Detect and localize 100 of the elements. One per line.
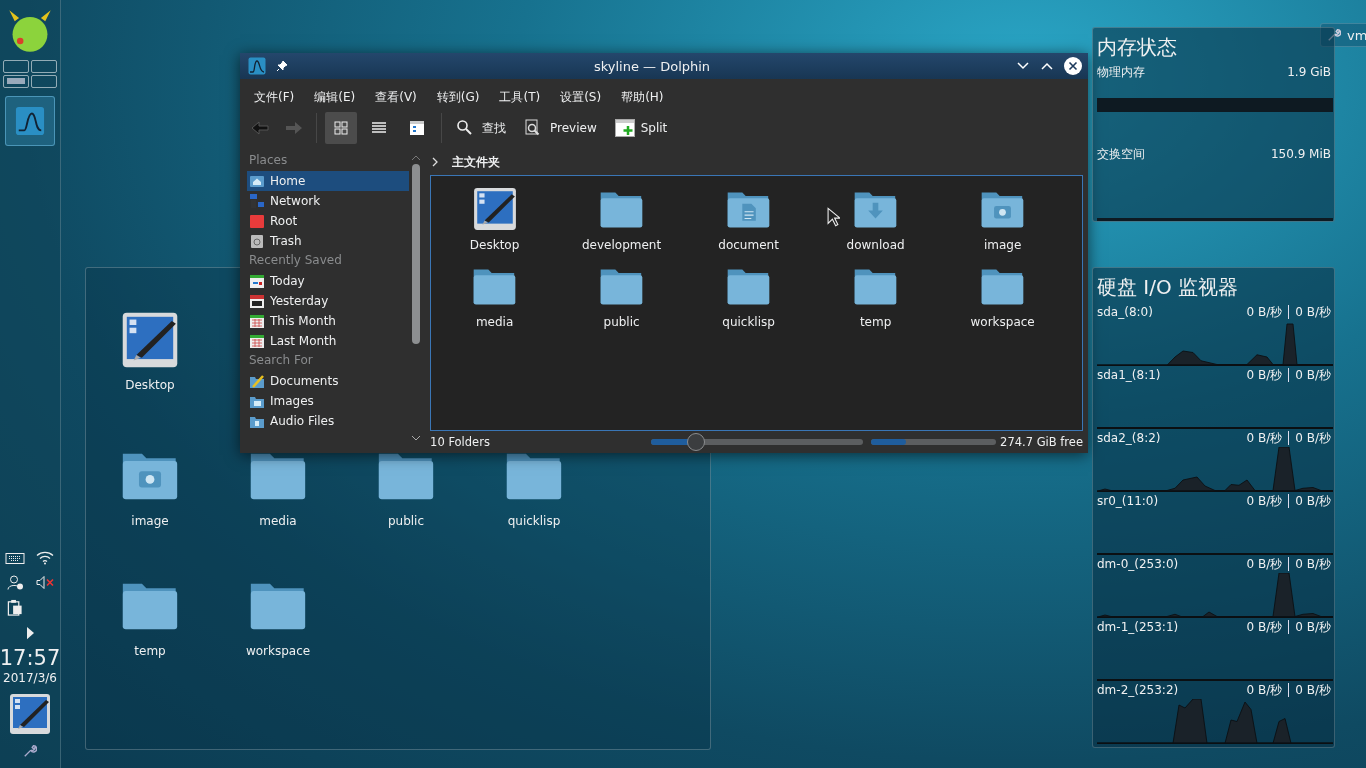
place-item[interactable]: Yesterday — [247, 291, 410, 311]
clock-time[interactable]: 17:57 — [0, 646, 61, 670]
zoom-slider[interactable] — [651, 433, 864, 451]
wifi-icon[interactable] — [35, 549, 55, 566]
file-name[interactable]: media — [475, 315, 514, 329]
split-button[interactable]: Split — [608, 115, 674, 141]
desktop-pager[interactable] — [3, 60, 57, 88]
expand-arrow-icon[interactable] — [25, 626, 35, 640]
metric-label: 交换空间 — [1097, 146, 1145, 162]
place-item[interactable]: Images — [247, 391, 410, 411]
place-item[interactable]: Documents — [247, 371, 410, 391]
chevron-right-icon[interactable] — [432, 157, 439, 167]
folder-icon[interactable] — [506, 453, 562, 500]
search-button[interactable]: 查找 — [450, 115, 512, 141]
clipboard-icon[interactable] — [5, 599, 25, 616]
read-rate: 0 B/秒 — [1246, 619, 1283, 635]
toolbox-button[interactable]: vm — [1320, 23, 1366, 47]
place-item[interactable]: Audio Files — [247, 411, 410, 431]
folder-icon[interactable] — [378, 453, 434, 500]
device-name: dm-1_(253:1) — [1097, 619, 1179, 635]
file-name[interactable]: image — [983, 238, 1022, 252]
preview-button[interactable]: Preview — [518, 115, 603, 141]
write-rate: 0 B/秒 — [1295, 619, 1331, 635]
file-name[interactable]: download — [846, 238, 905, 252]
place-item[interactable]: Last Month — [247, 331, 410, 351]
folder-icon[interactable] — [122, 583, 178, 630]
device-name: sda_(8:0) — [1097, 304, 1153, 320]
file-name[interactable]: quicklisp — [722, 315, 775, 329]
folder-icon[interactable] — [473, 269, 517, 305]
folder-icon[interactable] — [854, 269, 898, 305]
write-rate: 0 B/秒 — [1295, 430, 1331, 446]
slider-handle[interactable] — [686, 433, 705, 451]
file-name[interactable]: quicklisp — [507, 514, 561, 528]
device-name: dm-2_(253:2) — [1097, 682, 1179, 698]
menu-item[interactable]: 帮助(H) — [615, 88, 670, 106]
file-name[interactable]: Desktop — [125, 378, 175, 392]
file-name[interactable]: temp — [859, 315, 892, 329]
place-item[interactable]: Trash — [247, 231, 410, 251]
scrollbar-thumb[interactable] — [412, 164, 421, 344]
read-rate: 0 B/秒 — [1246, 304, 1283, 320]
icons-view-button[interactable] — [325, 112, 357, 144]
task-button[interactable] — [5, 96, 55, 146]
file-name[interactable]: public — [387, 514, 425, 528]
folder-icon[interactable] — [727, 269, 771, 305]
place-item[interactable]: Root — [247, 211, 410, 231]
close-button[interactable] — [1064, 57, 1082, 75]
folder-icon[interactable] — [981, 269, 1025, 305]
device-name: sda1_(8:1) — [1097, 367, 1161, 383]
folder-icon[interactable] — [250, 453, 306, 500]
read-rate: 0 B/秒 — [1246, 682, 1283, 698]
breadcrumb-item[interactable]: 主文件夹 — [452, 153, 501, 171]
wrench-icon[interactable] — [23, 744, 37, 758]
pin-icon[interactable] — [276, 60, 288, 72]
metric-value: 150.9 MiB — [1270, 146, 1331, 162]
folder-icon[interactable] — [600, 192, 644, 228]
file-name[interactable]: Desktop — [469, 238, 520, 252]
calendar-icon — [249, 333, 265, 349]
read-rate: 0 B/秒 — [1246, 493, 1283, 509]
file-name[interactable]: document — [718, 238, 779, 252]
place-item[interactable]: This Month — [247, 311, 410, 331]
download-folder-icon[interactable] — [854, 192, 898, 228]
image-folder-icon[interactable] — [981, 192, 1025, 228]
menu-item[interactable]: 查看(V) — [369, 88, 423, 106]
menu-item[interactable]: 转到(G) — [430, 88, 486, 106]
section-heading: Recently Saved — [248, 252, 343, 269]
home-folder-icon — [249, 173, 265, 189]
document-folder-icon[interactable] — [727, 192, 771, 228]
fin-app-icon[interactable] — [248, 57, 266, 75]
file-name[interactable]: workspace — [245, 644, 311, 658]
place-item[interactable]: Today — [247, 271, 410, 291]
place-item[interactable]: Network — [247, 191, 410, 211]
panel-list-icon — [409, 120, 425, 136]
clock-date[interactable]: 2017/3/6 — [3, 670, 57, 686]
monitor-pen-icon[interactable] — [471, 186, 518, 232]
folder-icon[interactable] — [250, 583, 306, 630]
file-name[interactable]: media — [259, 514, 297, 528]
file-name[interactable]: public — [603, 315, 640, 329]
menu-item[interactable]: 编辑(E) — [308, 88, 362, 106]
folder-icon[interactable] — [600, 269, 644, 305]
read-rate: 0 B/秒 — [1246, 430, 1283, 446]
file-name[interactable]: workspace — [970, 315, 1035, 329]
place-item[interactable]: Home — [247, 171, 410, 191]
file-name[interactable]: development — [582, 238, 662, 252]
wrench-icon — [1327, 28, 1341, 42]
muted-speaker-icon[interactable] — [35, 574, 55, 591]
menu-item[interactable]: 设置(S) — [554, 88, 608, 106]
scroll-up-icon[interactable] — [411, 155, 422, 161]
user-icon[interactable] — [5, 574, 25, 591]
image-folder-icon[interactable] — [122, 453, 178, 500]
monitor-pen-icon[interactable] — [8, 692, 52, 736]
file-name[interactable]: image — [131, 514, 169, 528]
scroll-down-icon[interactable] — [411, 435, 422, 441]
menu-item[interactable]: 文件(F) — [248, 88, 301, 106]
free-space-text: 274.7 GiB free — [1000, 435, 1083, 449]
device-name: sr0_(11:0) — [1097, 493, 1159, 509]
file-name[interactable]: temp — [134, 644, 166, 658]
grid-icon — [333, 120, 349, 136]
write-rate: 0 B/秒 — [1295, 556, 1331, 572]
menu-item[interactable]: 工具(T) — [493, 88, 547, 106]
monitor-pen-icon[interactable] — [120, 310, 180, 370]
